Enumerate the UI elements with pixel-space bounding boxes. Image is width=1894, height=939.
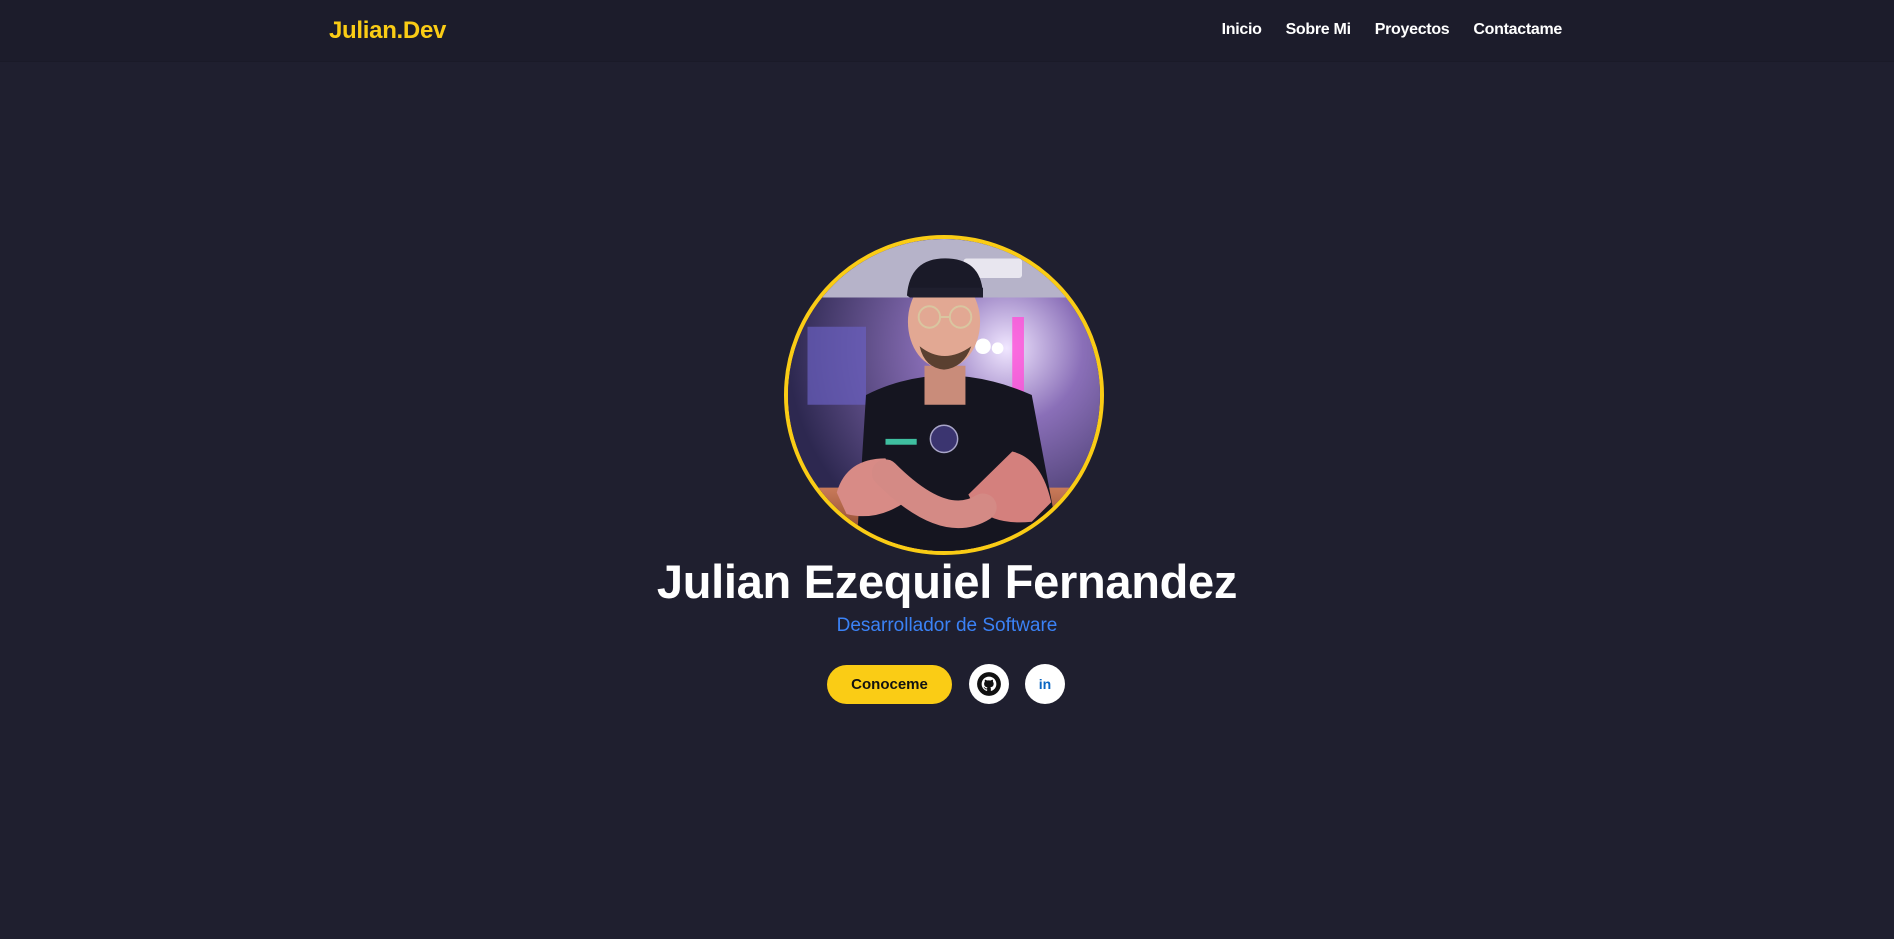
github-icon: [977, 672, 1001, 696]
nav-link-proyectos[interactable]: Proyectos: [1375, 21, 1450, 39]
linkedin-icon: in: [1038, 676, 1052, 692]
hero-name: Julian Ezequiel Fernandez: [656, 555, 1238, 608]
navbar: Julian.Dev Inicio Sobre Mi Proyectos Con…: [0, 0, 1894, 62]
conoceme-button[interactable]: Conoceme: [827, 664, 952, 704]
nav-link-sobre-mi[interactable]: Sobre Mi: [1286, 21, 1351, 39]
nav-links: Inicio Sobre Mi Proyectos Contactame: [1222, 21, 1563, 39]
linkedin-button[interactable]: in: [1025, 664, 1065, 704]
hero-role: Desarrollador de Software: [836, 615, 1058, 636]
profile-photo: [788, 239, 1100, 551]
hero-actions: Conoceme in: [827, 664, 1065, 704]
nav-link-inicio[interactable]: Inicio: [1222, 21, 1262, 39]
github-button[interactable]: [969, 664, 1009, 704]
nav-link-contactame[interactable]: Contactame: [1473, 21, 1562, 39]
profile-avatar: [784, 235, 1104, 555]
brand-logo[interactable]: Julian.Dev: [329, 17, 446, 45]
